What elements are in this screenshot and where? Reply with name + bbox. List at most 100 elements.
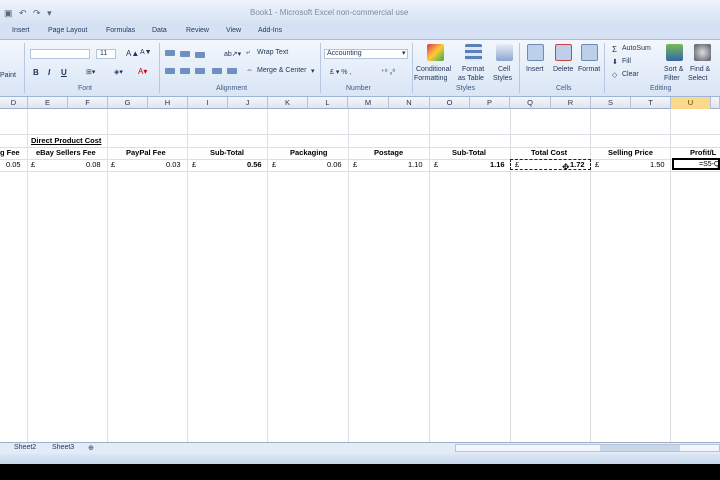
font-size-box[interactable]: 11 [96,49,116,59]
header-cell[interactable]: Packaging [290,148,328,158]
column-header[interactable]: I [188,97,228,109]
currency-cell[interactable]: £ [353,160,357,170]
currency-cell[interactable]: £ [31,160,35,170]
column-header[interactable]: L [308,97,348,109]
merge-center-button[interactable]: Merge & Center [257,67,306,74]
fill-icon[interactable]: ⬇ [612,58,618,66]
currency-cell[interactable]: £ [272,160,276,170]
column-header[interactable]: G [108,97,148,109]
column-header[interactable] [711,97,720,109]
column-header[interactable]: P [470,97,510,109]
sort-filter-label-2[interactable]: Filter [664,75,680,82]
value-cell[interactable]: 1.10 [408,160,423,170]
column-header-selected[interactable]: U [671,97,711,109]
shrink-font-icon[interactable]: A▼ [140,49,152,56]
italic-icon[interactable]: I [48,68,50,77]
currency-cell[interactable]: £ [192,160,196,170]
column-header[interactable]: T [631,97,671,109]
column-header[interactable]: D [0,97,28,109]
column-header[interactable]: S [591,97,631,109]
cell-styles-label-2[interactable]: Styles [493,75,512,82]
column-header[interactable]: N [389,97,430,109]
clear-button[interactable]: Clear [622,71,639,78]
font-color-icon[interactable]: A▾ [138,67,147,76]
grow-font-icon[interactable]: A▲ [126,49,139,58]
tab-formulas[interactable]: Formulas [106,27,135,34]
conditional-formatting-label-1[interactable]: Conditional [416,66,451,73]
underline-icon[interactable]: U [61,68,67,77]
column-header[interactable]: E [28,97,68,109]
column-header[interactable]: H [148,97,188,109]
column-header[interactable]: K [268,97,308,109]
header-cell[interactable]: Total Cost [531,148,567,158]
new-sheet-icon[interactable]: ⊕ [88,444,94,452]
conditional-formatting-icon[interactable] [427,44,444,61]
column-header[interactable]: R [551,97,591,109]
section-heading[interactable]: Direct Product Cost [31,136,101,146]
merge-center-icon[interactable]: ⇔ [246,67,253,74]
header-cell[interactable]: Selling Price [608,148,653,158]
format-cells-button[interactable]: Format [578,66,600,73]
cell-styles-label-1[interactable]: Cell [498,66,510,73]
font-name-box[interactable] [30,49,90,59]
decimal-icon[interactable]: ⁺⁰ ₀⁰ [381,68,395,76]
autosum-button[interactable]: AutoSum [622,45,651,52]
borders-icon[interactable]: ⊞▾ [86,68,95,76]
column-header[interactable]: O [430,97,470,109]
insert-cells-button[interactable]: Insert [526,66,544,73]
chevron-down-icon[interactable]: ▾ [402,49,406,57]
header-cell[interactable]: eBay Sellers Fee [36,148,96,158]
increase-indent-icon[interactable] [227,68,237,74]
decrease-indent-icon[interactable] [212,68,222,74]
header-cell[interactable]: Postage [374,148,403,158]
delete-cells-button[interactable]: Delete [553,66,573,73]
header-cell[interactable]: Sub-Total [210,148,244,158]
insert-cells-icon[interactable] [527,44,544,61]
format-cells-icon[interactable] [581,44,598,61]
header-cell[interactable]: PayPal Fee [126,148,166,158]
tab-insert[interactable]: Insert [12,27,30,34]
value-cell[interactable]: 1.50 [650,160,665,170]
sort-filter-icon[interactable] [666,44,683,61]
column-header[interactable]: M [348,97,389,109]
value-cell[interactable]: 0.06 [327,160,342,170]
clear-icon[interactable]: ◇ [612,71,617,79]
header-cell[interactable]: g Fee [0,148,20,158]
fill-color-icon[interactable]: ◈▾ [114,68,123,76]
number-format-select[interactable]: Accounting [324,49,408,59]
align-middle-icon[interactable] [180,51,190,57]
sheet-tab[interactable]: Sheet3 [52,444,74,451]
scrollbar-thumb[interactable] [600,445,680,451]
find-select-icon[interactable] [694,44,711,61]
fill-button[interactable]: Fill [622,58,631,65]
wrap-text-icon[interactable]: ⤶ [246,49,250,57]
format-as-table-label-2[interactable]: as Table [458,75,484,82]
align-top-icon[interactable] [165,50,175,56]
horizontal-scrollbar[interactable] [455,444,720,452]
value-cell[interactable]: 0.03 [166,160,181,170]
currency-cell[interactable]: £ [111,160,115,170]
find-select-label-2[interactable]: Select [688,75,707,82]
paste-label[interactable]: Paint [0,72,16,79]
tab-page-layout[interactable]: Page Layout [48,27,87,34]
autosum-icon[interactable]: Σ [612,45,617,54]
value-cell[interactable]: 0.05 [6,160,21,170]
bold-icon[interactable]: B [33,68,39,77]
sheet-tab[interactable]: Sheet2 [14,444,36,451]
sort-filter-label-1[interactable]: Sort & [664,66,683,73]
value-cell[interactable]: 0.56 [247,160,262,170]
currency-cell[interactable]: £ [595,160,599,170]
header-cell[interactable]: Profit/L [690,148,716,158]
chevron-down-icon[interactable]: ▾ [311,67,315,75]
format-as-table-label-1[interactable]: Format [462,66,484,73]
align-left-icon[interactable] [165,68,175,74]
column-header[interactable]: J [228,97,268,109]
cell-styles-icon[interactable] [496,44,513,61]
currency-percent-comma[interactable]: £ ▾ % , [330,68,351,76]
header-cell[interactable]: Sub-Total [452,148,486,158]
tab-add-ins[interactable]: Add-Ins [258,27,282,34]
delete-cells-icon[interactable] [555,44,572,61]
tab-data[interactable]: Data [152,27,167,34]
value-cell[interactable]: 0.08 [86,160,101,170]
find-select-label-1[interactable]: Find & [690,66,710,73]
